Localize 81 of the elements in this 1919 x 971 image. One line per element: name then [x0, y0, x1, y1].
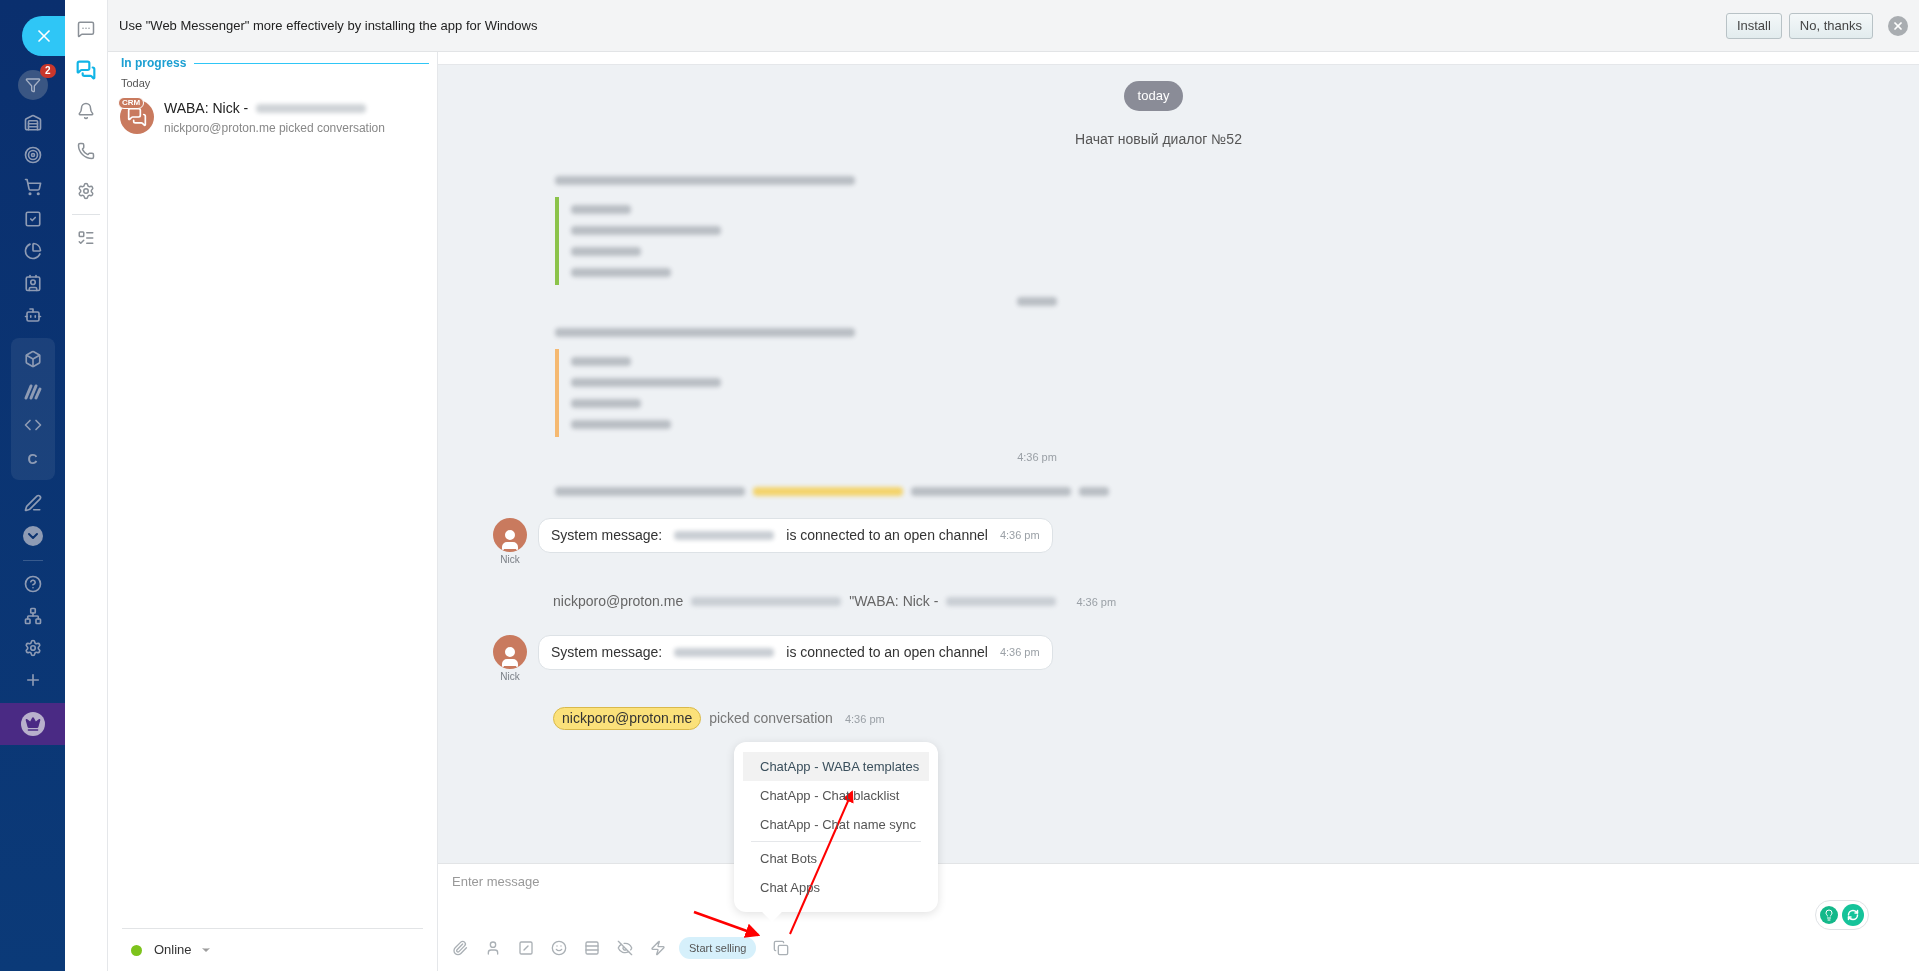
blurred-text: [571, 356, 631, 366]
message-time: 4:36 pm: [999, 528, 1040, 544]
chat-title: WABA: Nick -: [164, 98, 249, 118]
crown-icon: [24, 716, 41, 732]
status-selector[interactable]: Online: [108, 929, 437, 971]
settings-icon[interactable]: [77, 182, 95, 200]
status-label: Online: [154, 941, 192, 960]
help-icon[interactable]: [23, 575, 42, 593]
building-icon[interactable]: [23, 114, 42, 132]
robot-icon[interactable]: [23, 306, 42, 324]
emoji-icon[interactable]: [551, 939, 567, 956]
hidden-icon[interactable]: [617, 939, 633, 956]
author-name: Nick: [500, 670, 520, 684]
date-pill: today: [1123, 81, 1184, 111]
menu-item[interactable]: ChatApp - Chat blacklist: [743, 781, 929, 810]
message-input[interactable]: Enter message: [452, 872, 752, 892]
filter-icon: [24, 77, 41, 93]
settings-icon[interactable]: [23, 639, 42, 657]
blurred-text: [571, 204, 631, 214]
message-time: 4:36 pm: [1017, 449, 1057, 465]
upgrade-button[interactable]: [0, 703, 65, 745]
message-time: 4:36 pm: [999, 645, 1040, 661]
user-email: nickporo@proton.me: [553, 591, 684, 611]
chat-bubbles-icon[interactable]: [76, 60, 96, 80]
chat-icon[interactable]: [77, 20, 95, 38]
notification-badge: 2: [39, 64, 56, 78]
more-button[interactable]: [22, 526, 43, 546]
checkbox-icon[interactable]: [23, 210, 42, 228]
rows-icon[interactable]: [584, 939, 600, 956]
menu-item[interactable]: Chat Bots: [743, 844, 929, 873]
apps-icon[interactable]: [773, 939, 790, 956]
chat-preview: nickporo@proton.me picked conversation: [164, 119, 385, 137]
blurred-text: [1017, 296, 1057, 306]
event-text: picked conversation: [709, 708, 833, 728]
chat-bubbles-icon: [127, 107, 147, 127]
close-icon: [1892, 19, 1904, 32]
group-label: Today: [120, 76, 152, 91]
banner-button[interactable]: Install: [1725, 12, 1782, 39]
start-selling-button[interactable]: Start selling: [679, 936, 757, 959]
lightning-icon[interactable]: [650, 939, 666, 956]
chat-list-item[interactable]: CRM WABA: Nick - nickporo@proton.me picked conversation: [108, 91, 437, 143]
signature-icon[interactable]: [23, 494, 42, 512]
author-name: Nick: [500, 553, 520, 567]
message-time: 4:36 pm: [1076, 596, 1117, 608]
blurred-text: [1079, 487, 1109, 496]
message-label: System message:: [551, 643, 663, 662]
cube-icon[interactable]: [23, 350, 42, 368]
dismiss-button[interactable]: [1888, 15, 1908, 36]
banner-button[interactable]: No, thanks: [1788, 12, 1873, 39]
menu-item[interactable]: ChatApp - WABA templates: [743, 752, 929, 781]
phone-icon[interactable]: [77, 142, 95, 160]
annotation-arrow: [693, 910, 761, 938]
nav-letter[interactable]: C: [27, 450, 38, 468]
crm-badge: CRM: [118, 97, 145, 109]
grammar-button[interactable]: [1842, 904, 1864, 926]
lightbulb-button[interactable]: [1820, 906, 1838, 924]
lightbulb-icon: [1823, 909, 1835, 921]
contact-card-icon[interactable]: [23, 274, 42, 292]
attach-icon[interactable]: [452, 939, 468, 956]
message-text: is connected to an open channel: [786, 643, 988, 662]
pie-chart-icon[interactable]: [23, 242, 42, 260]
person-icon[interactable]: [485, 939, 501, 956]
blurred-text: [571, 246, 641, 256]
message-text: is connected to an open channel: [786, 526, 988, 545]
dialog-start-text: Начат новый диалог №52: [1075, 129, 1242, 149]
network-icon[interactable]: [23, 607, 42, 625]
list-icon[interactable]: [77, 229, 95, 247]
close-button[interactable]: [22, 16, 65, 56]
chat-title: "WABA: Nick -: [849, 591, 939, 611]
slash-command-icon[interactable]: [518, 939, 534, 956]
user-email-tag: nickporo@proton.me: [553, 706, 702, 730]
banner-text: Use "Web Messenger" more effectively by installing the app for Windows: [119, 16, 539, 35]
blurred-text: [571, 398, 641, 408]
section-title: In progress: [121, 55, 187, 72]
slashes-icon[interactable]: [23, 384, 42, 400]
message-label: System message:: [551, 526, 663, 545]
message-time: 4:36 pm: [844, 713, 885, 725]
refresh-icon: [1847, 909, 1859, 921]
cart-icon[interactable]: [23, 178, 42, 196]
bell-icon[interactable]: [77, 102, 95, 120]
target-icon[interactable]: [23, 146, 42, 164]
